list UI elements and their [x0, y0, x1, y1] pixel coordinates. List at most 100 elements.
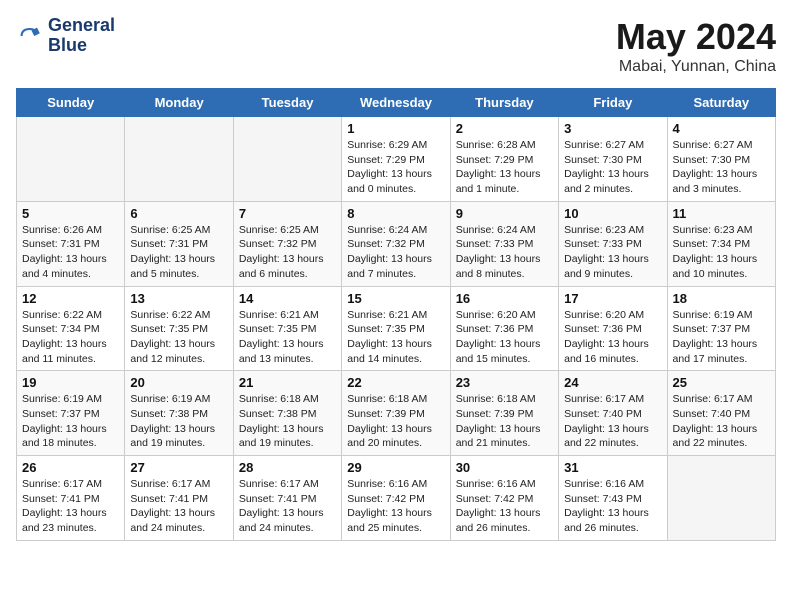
day-number: 1 [347, 121, 444, 136]
calendar-cell: 27 Sunrise: 6:17 AMSunset: 7:41 PMDayligh… [125, 456, 233, 541]
weekday-header-wednesday: Wednesday [342, 89, 450, 117]
calendar-cell: 19 Sunrise: 6:19 AMSunset: 7:37 PMDayligh… [17, 371, 125, 456]
day-info: Sunrise: 6:20 AMSunset: 7:36 PMDaylight:… [564, 308, 661, 367]
day-info: Sunrise: 6:24 AMSunset: 7:32 PMDaylight:… [347, 223, 444, 282]
calendar-cell: 16 Sunrise: 6:20 AMSunset: 7:36 PMDayligh… [450, 286, 558, 371]
weekday-header-monday: Monday [125, 89, 233, 117]
day-info: Sunrise: 6:24 AMSunset: 7:33 PMDaylight:… [456, 223, 553, 282]
weekday-header-sunday: Sunday [17, 89, 125, 117]
calendar-cell: 2Sunrise: 6:28 AMSunset: 7:29 PMDaylight… [450, 117, 558, 202]
weekday-header-thursday: Thursday [450, 89, 558, 117]
day-info: Sunrise: 6:22 AMSunset: 7:34 PMDaylight:… [22, 308, 119, 367]
calendar-cell [125, 117, 233, 202]
day-info: Sunrise: 6:27 AMSunset: 7:30 PMDaylight:… [673, 138, 770, 197]
calendar-cell: 28 Sunrise: 6:17 AMSunset: 7:41 PMDayligh… [233, 456, 341, 541]
day-number: 11 [673, 206, 770, 221]
calendar-cell: 3 Sunrise: 6:27 AMSunset: 7:30 PMDaylight… [559, 117, 667, 202]
day-number: 20 [130, 375, 227, 390]
day-number: 31 [564, 460, 661, 475]
day-number: 4 [673, 121, 770, 136]
day-number: 28 [239, 460, 336, 475]
calendar-cell: 12 Sunrise: 6:22 AMSunset: 7:34 PMDayligh… [17, 286, 125, 371]
day-number: 10 [564, 206, 661, 221]
day-number: 24 [564, 375, 661, 390]
day-info: Sunrise: 6:16 AMSunset: 7:43 PMDaylight:… [564, 477, 661, 536]
calendar-cell: 24 Sunrise: 6:17 AMSunset: 7:40 PMDayligh… [559, 371, 667, 456]
weekday-header-friday: Friday [559, 89, 667, 117]
calendar-cell: 20Sunrise: 6:19 AMSunset: 7:38 PMDayligh… [125, 371, 233, 456]
logo: General Blue [16, 16, 115, 56]
weekday-header-saturday: Saturday [667, 89, 775, 117]
calendar-cell: 6 Sunrise: 6:25 AMSunset: 7:31 PMDaylight… [125, 201, 233, 286]
day-info: Sunrise: 6:18 AMSunset: 7:38 PMDaylight:… [239, 392, 336, 451]
day-info: Sunrise: 6:27 AMSunset: 7:30 PMDaylight:… [564, 138, 661, 197]
calendar-cell: 29 Sunrise: 6:16 AMSunset: 7:42 PMDayligh… [342, 456, 450, 541]
day-info: Sunrise: 6:21 AMSunset: 7:35 PMDaylight:… [239, 308, 336, 367]
day-number: 8 [347, 206, 444, 221]
day-number: 13 [130, 291, 227, 306]
page-header: General Blue May 2024 Mabai, Yunnan, Chi… [16, 16, 776, 76]
calendar-week-row: 5Sunrise: 6:26 AMSunset: 7:31 PMDaylight… [17, 201, 776, 286]
day-info: Sunrise: 6:20 AMSunset: 7:36 PMDaylight:… [456, 308, 553, 367]
calendar-week-row: 19 Sunrise: 6:19 AMSunset: 7:37 PMDayligh… [17, 371, 776, 456]
title-block: May 2024 Mabai, Yunnan, China [616, 16, 776, 76]
day-number: 25 [673, 375, 770, 390]
day-info: Sunrise: 6:17 AMSunset: 7:41 PMDaylight:… [130, 477, 227, 536]
logo-text: General Blue [48, 16, 115, 56]
calendar-cell: 25 Sunrise: 6:17 AMSunset: 7:40 PMDayligh… [667, 371, 775, 456]
day-number: 14 [239, 291, 336, 306]
day-info: Sunrise: 6:17 AMSunset: 7:40 PMDaylight:… [564, 392, 661, 451]
day-info: Sunrise: 6:29 AMSunset: 7:29 PMDaylight:… [347, 138, 444, 197]
calendar-cell: 14 Sunrise: 6:21 AMSunset: 7:35 PMDayligh… [233, 286, 341, 371]
day-info: Sunrise: 6:17 AMSunset: 7:40 PMDaylight:… [673, 392, 770, 451]
calendar-cell: 30 Sunrise: 6:16 AMSunset: 7:42 PMDayligh… [450, 456, 558, 541]
logo-icon [16, 22, 44, 50]
day-info: Sunrise: 6:22 AMSunset: 7:35 PMDaylight:… [130, 308, 227, 367]
day-info: Sunrise: 6:23 AMSunset: 7:33 PMDaylight:… [564, 223, 661, 282]
day-number: 16 [456, 291, 553, 306]
day-info: Sunrise: 6:19 AMSunset: 7:37 PMDaylight:… [22, 392, 119, 451]
day-number: 12 [22, 291, 119, 306]
day-info: Sunrise: 6:18 AMSunset: 7:39 PMDaylight:… [347, 392, 444, 451]
day-number: 19 [22, 375, 119, 390]
day-number: 5 [22, 206, 119, 221]
calendar-cell [233, 117, 341, 202]
day-number: 3 [564, 121, 661, 136]
calendar-cell: 4 Sunrise: 6:27 AMSunset: 7:30 PMDaylight… [667, 117, 775, 202]
calendar-cell: 18 Sunrise: 6:19 AMSunset: 7:37 PMDayligh… [667, 286, 775, 371]
day-number: 23 [456, 375, 553, 390]
calendar-cell: 21Sunrise: 6:18 AMSunset: 7:38 PMDayligh… [233, 371, 341, 456]
day-number: 6 [130, 206, 227, 221]
calendar-week-row: 1 Sunrise: 6:29 AMSunset: 7:29 PMDaylight… [17, 117, 776, 202]
day-number: 9 [456, 206, 553, 221]
day-number: 15 [347, 291, 444, 306]
calendar-week-row: 26 Sunrise: 6:17 AMSunset: 7:41 PMDayligh… [17, 456, 776, 541]
month-title: May 2024 [616, 16, 776, 58]
day-info: Sunrise: 6:17 AMSunset: 7:41 PMDaylight:… [239, 477, 336, 536]
day-info: Sunrise: 6:25 AMSunset: 7:32 PMDaylight:… [239, 223, 336, 282]
day-info: Sunrise: 6:25 AMSunset: 7:31 PMDaylight:… [130, 223, 227, 282]
calendar-cell: 13 Sunrise: 6:22 AMSunset: 7:35 PMDayligh… [125, 286, 233, 371]
day-number: 27 [130, 460, 227, 475]
calendar-cell: 7Sunrise: 6:25 AMSunset: 7:32 PMDaylight… [233, 201, 341, 286]
calendar-cell: 31 Sunrise: 6:16 AMSunset: 7:43 PMDayligh… [559, 456, 667, 541]
day-number: 29 [347, 460, 444, 475]
calendar-cell: 1 Sunrise: 6:29 AMSunset: 7:29 PMDaylight… [342, 117, 450, 202]
calendar-cell [17, 117, 125, 202]
weekday-header-row: SundayMondayTuesdayWednesdayThursdayFrid… [17, 89, 776, 117]
day-number: 30 [456, 460, 553, 475]
day-info: Sunrise: 6:16 AMSunset: 7:42 PMDaylight:… [347, 477, 444, 536]
day-number: 26 [22, 460, 119, 475]
location-title: Mabai, Yunnan, China [616, 58, 776, 76]
calendar-cell: 15Sunrise: 6:21 AMSunset: 7:35 PMDayligh… [342, 286, 450, 371]
day-info: Sunrise: 6:19 AMSunset: 7:37 PMDaylight:… [673, 308, 770, 367]
calendar-week-row: 12 Sunrise: 6:22 AMSunset: 7:34 PMDayligh… [17, 286, 776, 371]
calendar-cell: 10 Sunrise: 6:23 AMSunset: 7:33 PMDayligh… [559, 201, 667, 286]
calendar-cell: 22Sunrise: 6:18 AMSunset: 7:39 PMDayligh… [342, 371, 450, 456]
day-number: 18 [673, 291, 770, 306]
calendar-cell: 11Sunrise: 6:23 AMSunset: 7:34 PMDayligh… [667, 201, 775, 286]
calendar-cell: 17Sunrise: 6:20 AMSunset: 7:36 PMDayligh… [559, 286, 667, 371]
day-info: Sunrise: 6:16 AMSunset: 7:42 PMDaylight:… [456, 477, 553, 536]
calendar-cell: 23Sunrise: 6:18 AMSunset: 7:39 PMDayligh… [450, 371, 558, 456]
calendar-cell: 5Sunrise: 6:26 AMSunset: 7:31 PMDaylight… [17, 201, 125, 286]
